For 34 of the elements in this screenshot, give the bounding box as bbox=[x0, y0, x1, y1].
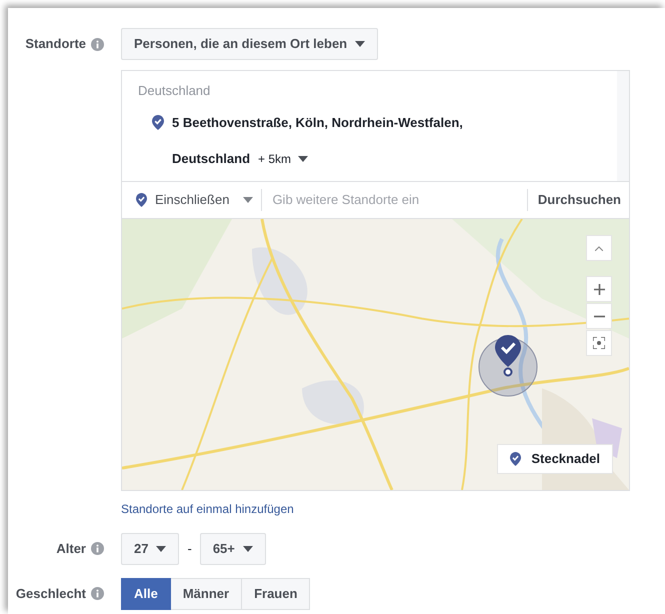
age-separator: - bbox=[187, 540, 192, 558]
age-max-dropdown[interactable]: 65+ bbox=[200, 532, 266, 564]
drop-pin-button[interactable]: Stecknadel bbox=[497, 444, 613, 474]
caret-icon bbox=[242, 546, 253, 552]
location-address: Deutschland bbox=[172, 150, 250, 166]
info-icon bbox=[91, 38, 104, 50]
age-min-dropdown[interactable]: 27 bbox=[121, 532, 180, 564]
map-pin-icon bbox=[495, 335, 521, 377]
bulk-add-link[interactable]: Standorte auf einmal hinzufügen bbox=[121, 502, 294, 516]
field-label: Standorte bbox=[25, 35, 86, 54]
recenter-icon bbox=[593, 337, 605, 349]
pin-icon bbox=[152, 114, 164, 130]
pin-icon bbox=[510, 452, 522, 466]
search-button[interactable]: Durchsuchen bbox=[526, 189, 621, 211]
gender-option[interactable]: Frauen bbox=[242, 578, 310, 610]
country-label: Deutschland bbox=[138, 82, 212, 100]
caret-icon bbox=[298, 156, 308, 162]
caret-icon bbox=[156, 546, 166, 552]
location-address: 5 Beethovenstraße, Köln, Nordrhein-Westfalen, bbox=[172, 114, 463, 130]
caret-icon bbox=[355, 41, 366, 47]
chevron-up-icon bbox=[595, 246, 603, 250]
audience-dropdown[interactable]: Personen, die an diesem Ort leben bbox=[121, 28, 378, 60]
caret-icon bbox=[243, 197, 254, 203]
info-icon bbox=[91, 542, 104, 555]
pin-icon bbox=[136, 193, 147, 207]
plus-icon bbox=[594, 284, 604, 294]
field-label: Alter bbox=[56, 540, 86, 558]
zoom-in-button[interactable] bbox=[586, 276, 612, 302]
field-label: Geschlecht bbox=[16, 584, 86, 603]
info-icon bbox=[91, 587, 104, 600]
radius-dropdown[interactable]: + 5km bbox=[258, 152, 308, 166]
recenter-button[interactable] bbox=[586, 330, 612, 356]
gender-option[interactable]: Alle bbox=[121, 578, 171, 610]
gender-option[interactable]: Männer bbox=[170, 578, 242, 610]
